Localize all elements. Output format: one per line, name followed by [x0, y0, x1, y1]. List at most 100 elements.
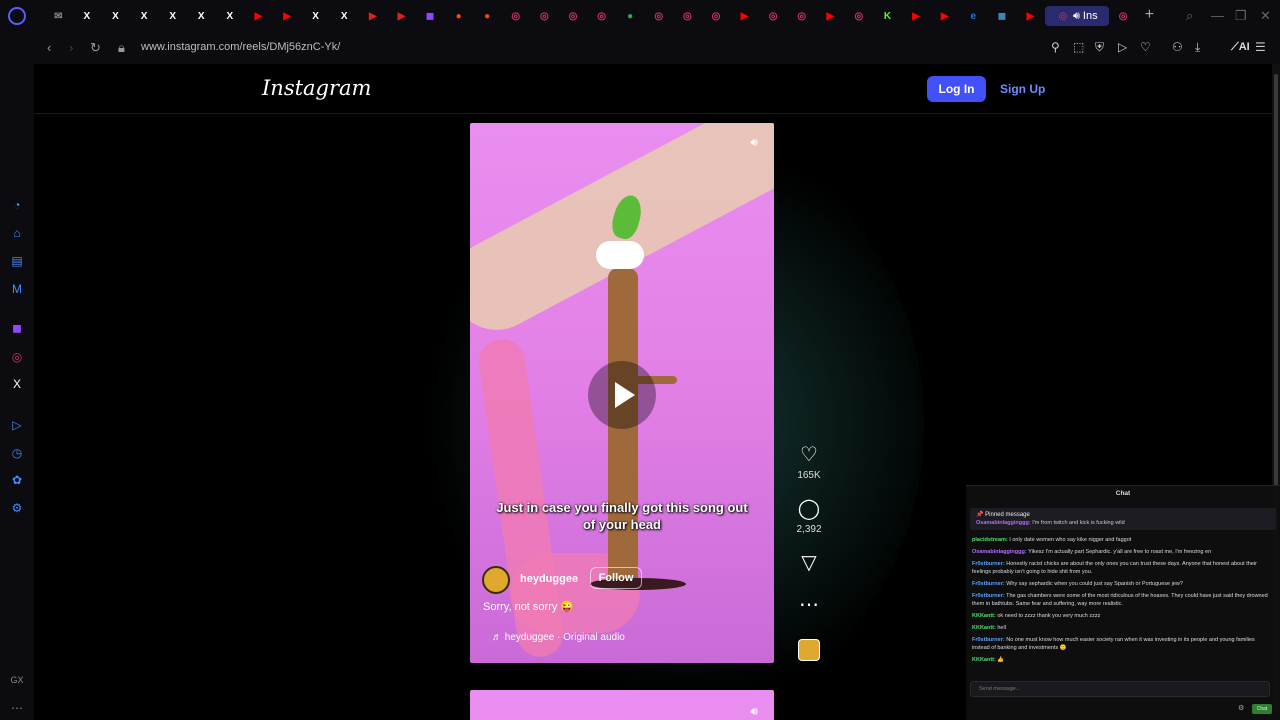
x-sidebar-icon[interactable]: X	[10, 377, 24, 391]
browser-tab[interactable]: X	[130, 6, 159, 26]
more-options-button[interactable]: ⋯	[792, 594, 826, 616]
shield-icon[interactable]: ⛨	[1095, 40, 1104, 55]
reel-video[interactable]: 🔊︎ Just in case you finally got this son…	[470, 123, 774, 663]
browser-tab[interactable]: ▶	[902, 6, 931, 26]
ai-button[interactable]: ⟋AI	[1231, 41, 1250, 54]
browser-tab[interactable]: ▶	[930, 6, 959, 26]
chat-send-button[interactable]: Chat	[1252, 704, 1272, 714]
chat-username[interactable]: KKKantt:	[972, 625, 996, 631]
browser-tab[interactable]: ◎	[502, 6, 531, 26]
browser-tab[interactable]: ◎	[759, 6, 788, 26]
profile-icon[interactable]: ⚇	[1172, 40, 1183, 54]
back-icon[interactable]: ‹	[47, 40, 51, 55]
heart-icon[interactable]: ♡	[1140, 40, 1151, 54]
browser-tab[interactable]: ▶	[730, 6, 759, 26]
forward-icon[interactable]: ›	[69, 40, 73, 55]
follow-button[interactable]: Follow	[590, 567, 642, 589]
snapshot-icon[interactable]: ⬚	[1073, 40, 1084, 54]
mail-sidebar-icon[interactable]: M	[10, 282, 24, 296]
bag-icon[interactable]: ⌂	[10, 226, 24, 240]
creator-username[interactable]: heyduggee	[520, 573, 578, 585]
like-button[interactable]: ♡ 165K	[792, 444, 826, 481]
settings-icon[interactable]: ⚙	[10, 501, 24, 515]
instagram-sidebar-icon[interactable]: ◎	[10, 350, 24, 364]
search-tabs-icon[interactable]: ⌕	[1186, 8, 1193, 24]
mute-icon[interactable]: 🔊︎	[744, 135, 764, 155]
browser-tab[interactable]: ◎	[845, 6, 874, 26]
browser-tab[interactable]: X	[301, 6, 330, 26]
chat-username[interactable]: Fr0stburner:	[972, 561, 1005, 567]
minimize-icon[interactable]: —	[1211, 8, 1224, 23]
opera-logo-icon[interactable]	[8, 7, 26, 25]
player-icon[interactable]: ▷	[10, 418, 24, 432]
signup-link[interactable]: Sign Up	[1000, 82, 1045, 96]
browser-tab[interactable]: X	[187, 6, 216, 26]
close-window-icon[interactable]: ✕	[1260, 8, 1271, 24]
audio-thumbnail[interactable]	[798, 639, 820, 661]
maximize-icon[interactable]: ❐	[1235, 8, 1247, 24]
browser-tab[interactable]: ▶	[816, 6, 845, 26]
chat-username[interactable]: KKKantt:	[972, 657, 996, 663]
pin-icon[interactable]: ⚲	[1051, 40, 1060, 54]
browser-tab[interactable]: ✉	[44, 6, 73, 26]
more-icon[interactable]: ⋯	[10, 701, 24, 715]
chat-message-input[interactable]: Send message...	[970, 681, 1270, 697]
download-icon[interactable]: ⤓	[1195, 40, 1200, 55]
reload-icon[interactable]: ↻	[90, 40, 101, 56]
instagram-icon: ◎	[682, 10, 692, 22]
browser-tab[interactable]: ◎	[787, 6, 816, 26]
tab-audio-icon[interactable]: 🔊︎	[1073, 10, 1080, 23]
browser-tab[interactable]: e	[959, 6, 988, 26]
next-reel-video[interactable]: 🔊︎	[470, 690, 774, 720]
browser-tab[interactable]: ▶	[1016, 6, 1045, 26]
chat-username[interactable]: Osamabinlagginggg:	[972, 549, 1027, 555]
browser-tab[interactable]: X	[73, 6, 102, 26]
browser-tab[interactable]: X	[101, 6, 130, 26]
menu-icon[interactable]: ☰	[1255, 40, 1266, 54]
twitch-sidebar-icon[interactable]: ◼	[10, 321, 24, 335]
browser-tab[interactable]: X	[158, 6, 187, 26]
browser-tab[interactable]: ▶	[359, 6, 388, 26]
chat-settings-icon[interactable]: ⚙	[1238, 704, 1244, 712]
gx-icon[interactable]: GX	[10, 673, 24, 687]
browser-tab[interactable]: ●	[616, 6, 645, 26]
next-mute-icon[interactable]: 🔊︎	[744, 704, 764, 720]
chat-username[interactable]: placidstream:	[972, 537, 1008, 543]
browser-tab-active[interactable]: ◎ 🔊︎ Ins	[1044, 6, 1109, 26]
browser-tab[interactable]: ◼	[988, 6, 1017, 26]
share-button[interactable]: ▽	[792, 552, 826, 574]
browser-tab[interactable]: ◎	[644, 6, 673, 26]
new-tab-icon[interactable]: +	[1137, 6, 1161, 26]
browser-tab[interactable]: ◎	[1109, 6, 1138, 26]
login-button[interactable]: Log In	[927, 76, 986, 102]
chat-username[interactable]: Fr0stburner:	[972, 581, 1005, 587]
creator-avatar[interactable]	[482, 566, 510, 594]
browser-tab[interactable]: ●	[444, 6, 473, 26]
browser-tab[interactable]: ▶	[244, 6, 273, 26]
play-button[interactable]	[588, 361, 656, 429]
browser-tab[interactable]: ◎	[702, 6, 731, 26]
comment-button[interactable]: ◯ 2,392	[792, 498, 826, 535]
news-icon[interactable]: ▤	[10, 254, 24, 268]
browser-tab[interactable]: ▶	[387, 6, 416, 26]
chat-username[interactable]: Fr0stburner:	[972, 593, 1005, 599]
send-icon[interactable]: ▷	[1118, 40, 1127, 54]
browser-tab[interactable]: X	[216, 6, 245, 26]
browser-tab[interactable]: ●	[473, 6, 502, 26]
history-icon[interactable]: ◷	[10, 446, 24, 460]
chat-username[interactable]: Fr0stburner:	[972, 637, 1005, 643]
chat-username[interactable]: KKKantt:	[972, 613, 996, 619]
browser-tab[interactable]: K	[873, 6, 902, 26]
browser-tab[interactable]: ◎	[587, 6, 616, 26]
url-field[interactable]: www.instagram.com/reels/DMj56znC-Yk/	[141, 41, 340, 53]
browser-tab[interactable]: ◎	[673, 6, 702, 26]
browser-tab[interactable]: ◼	[416, 6, 445, 26]
audio-link[interactable]: ♬ heyduggee · Original audio	[492, 632, 625, 643]
browser-tab[interactable]: X	[330, 6, 359, 26]
speed-dial-icon[interactable]: ◔	[10, 198, 24, 212]
instagram-logo[interactable]: Instagram	[262, 76, 371, 100]
extensions-icon[interactable]: ✿	[10, 473, 24, 487]
browser-tab[interactable]: ◎	[530, 6, 559, 26]
browser-tab[interactable]: ◎	[559, 6, 588, 26]
browser-tab[interactable]: ▶	[273, 6, 302, 26]
